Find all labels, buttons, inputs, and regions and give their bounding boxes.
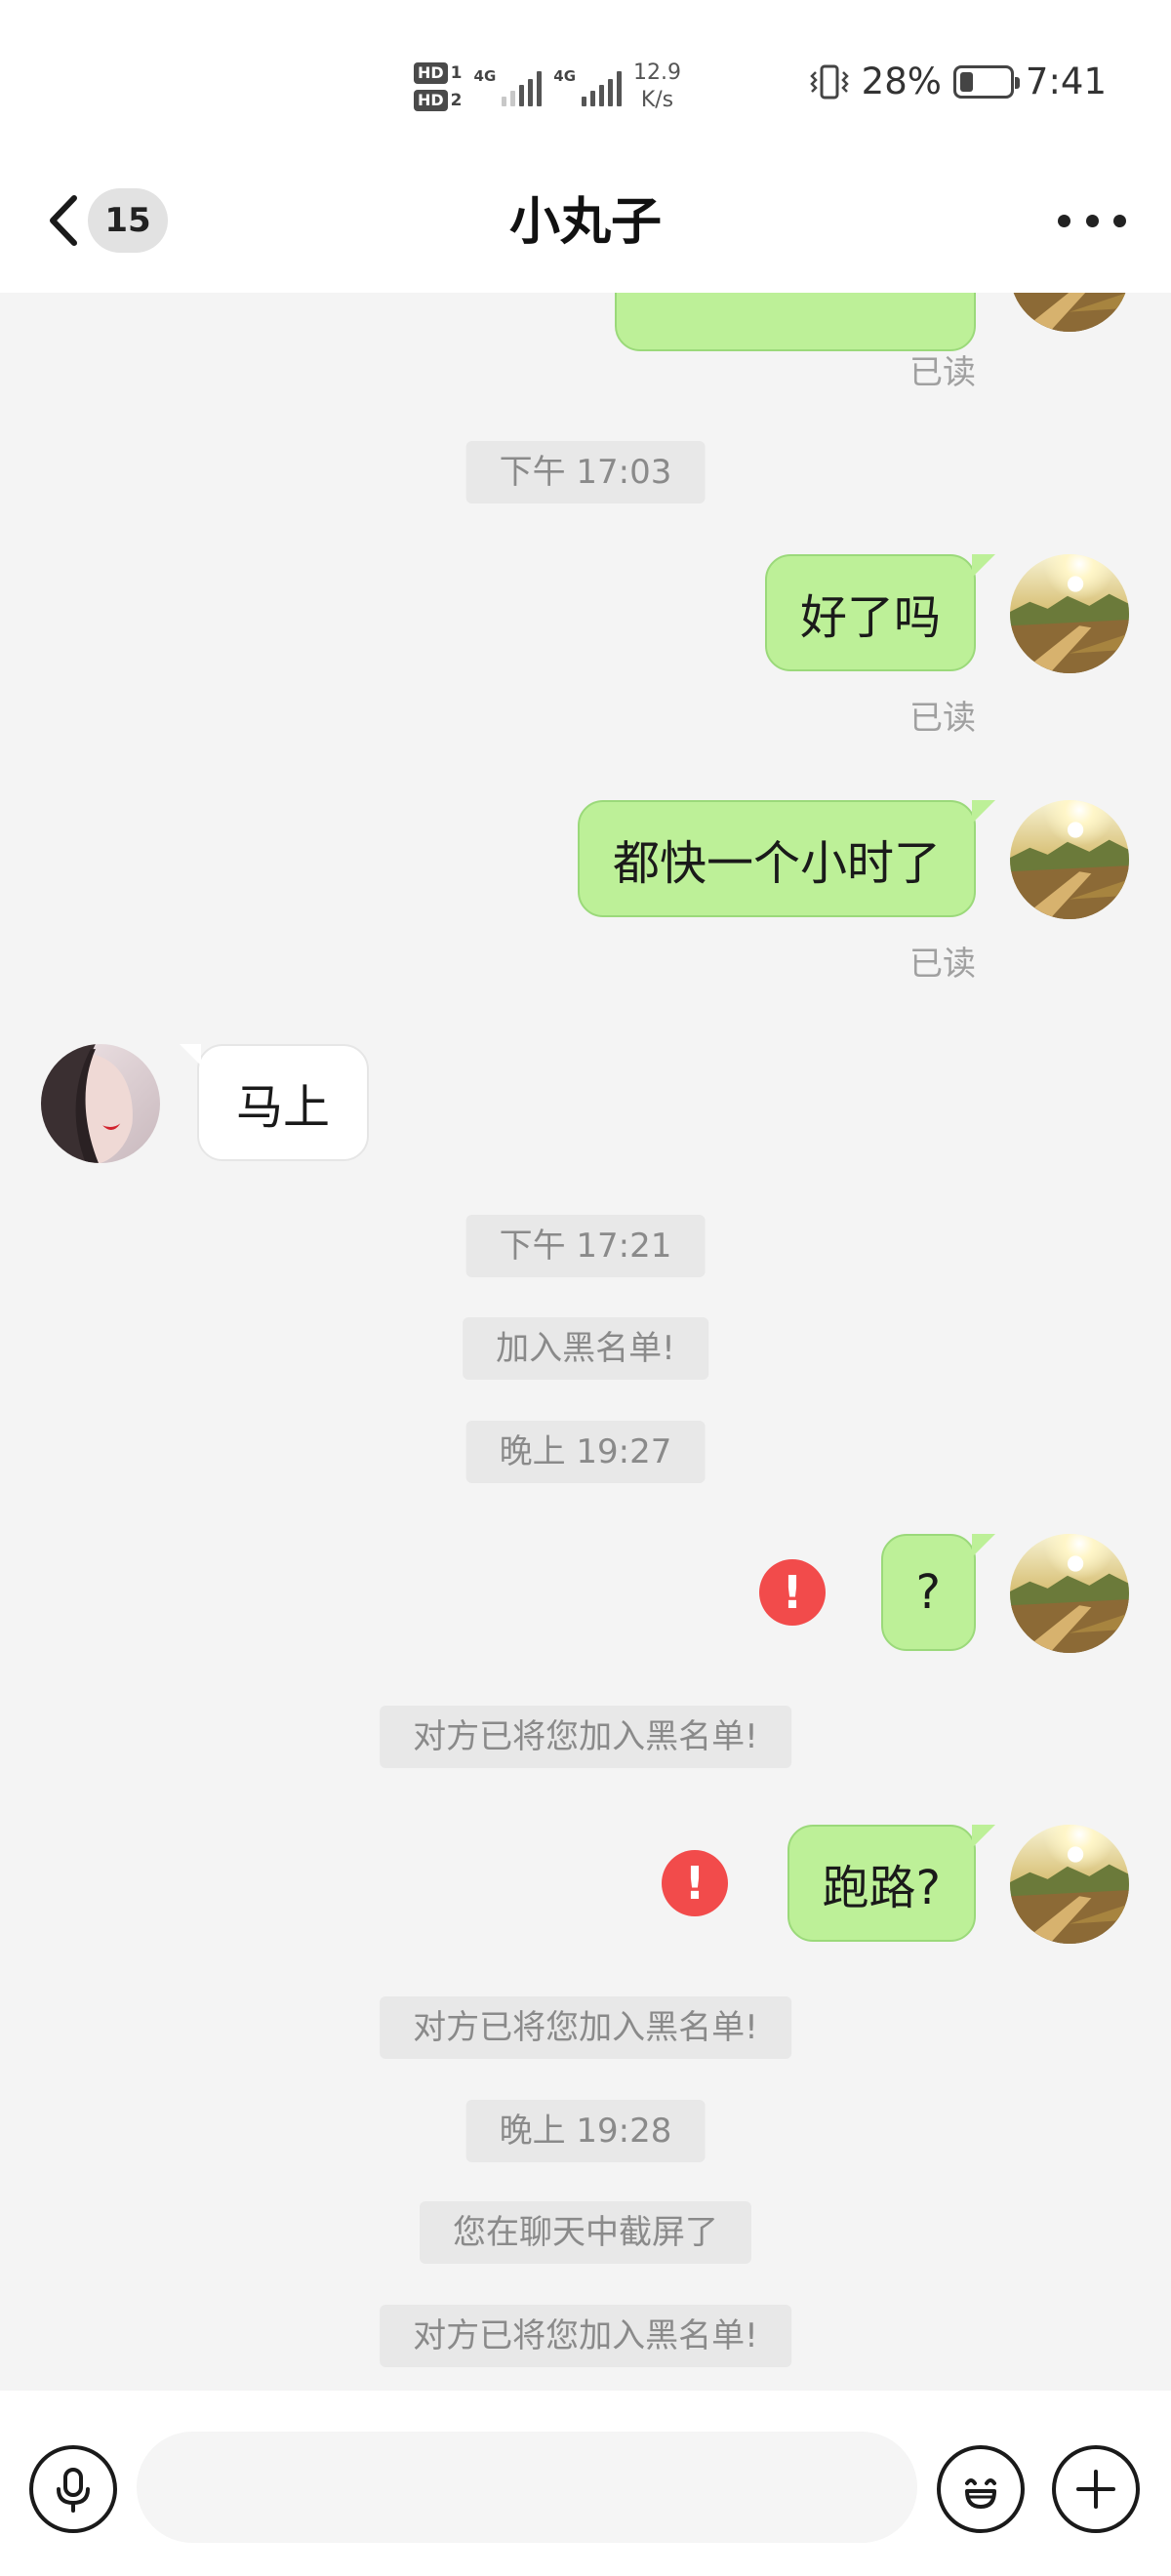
send-failed-icon[interactable]: ! xyxy=(662,1850,728,1916)
emoji-button[interactable] xyxy=(937,2445,1025,2533)
network-speed: 12.9 K/s xyxy=(633,60,681,112)
timestamp: 晚上 19:27 xyxy=(465,1421,706,1483)
my-avatar[interactable] xyxy=(1010,554,1129,673)
status-bar: HD 1 HD 2 4G 4G 12.9 K/s 28% 7:41 xyxy=(0,0,1171,156)
hd-indicators: HD 1 HD 2 xyxy=(414,62,463,111)
message-bubble-out[interactable] xyxy=(615,293,976,351)
system-notice: 对方已将您加入黑名单! xyxy=(380,1996,791,2059)
voice-button[interactable] xyxy=(29,2445,117,2533)
contact-avatar[interactable] xyxy=(41,1044,160,1163)
message-bubble-out[interactable]: 跑路? xyxy=(787,1825,996,1942)
message-bubble-in[interactable]: 马上 xyxy=(179,1044,370,1161)
my-avatar[interactable] xyxy=(1010,1825,1129,1944)
read-receipt: 已读 xyxy=(909,699,976,738)
read-receipt: 已读 xyxy=(909,945,976,984)
microphone-icon xyxy=(57,2468,90,2513)
message-bubble-out[interactable]: 好了吗 xyxy=(764,554,996,671)
vibrate-icon xyxy=(809,64,849,99)
plus-button[interactable] xyxy=(1052,2445,1140,2533)
system-notice: 对方已将您加入黑名单! xyxy=(380,1706,791,1768)
message-bubble-out[interactable]: 都快一个小时了 xyxy=(577,800,996,917)
read-receipt: 已读 xyxy=(909,353,976,392)
system-notice: 对方已将您加入黑名单! xyxy=(380,2305,791,2367)
more-button[interactable] xyxy=(1058,201,1126,240)
clock: 7:41 xyxy=(1025,60,1107,102)
emoji-icon xyxy=(965,2478,996,2509)
input-bar xyxy=(0,2391,1171,2576)
timestamp: 下午 17:03 xyxy=(465,441,706,503)
message-input[interactable] xyxy=(137,2432,917,2543)
system-notice: 您在聊天中截屏了 xyxy=(420,2201,751,2264)
hd1-indicator: HD 1 xyxy=(414,62,463,84)
battery-percent: 28% xyxy=(861,60,942,102)
network-indicators: HD 1 HD 2 4G 4G 12.9 K/s xyxy=(414,55,681,119)
timestamp: 晚上 19:28 xyxy=(465,2100,706,2162)
system-notice: 加入黑名单! xyxy=(463,1317,708,1380)
battery-fill xyxy=(959,71,974,92)
chat-messages[interactable]: 已读 下午 17:03 好了吗 已读 都快一个小时了 已读 马上 下午 17:2… xyxy=(0,293,1171,2391)
chat-title: 小丸子 xyxy=(508,193,662,252)
battery-icon xyxy=(952,64,1020,99)
my-avatar[interactable] xyxy=(1010,293,1129,332)
my-avatar[interactable] xyxy=(1010,800,1129,919)
signal-icon: 4G xyxy=(553,67,623,106)
send-failed-icon[interactable]: ! xyxy=(759,1559,826,1626)
more-icon xyxy=(1058,214,1070,227)
signal-icon: 4G xyxy=(474,67,543,106)
message-bubble-out[interactable]: ? xyxy=(880,1534,996,1651)
my-avatar[interactable] xyxy=(1010,1534,1129,1653)
timestamp: 下午 17:21 xyxy=(465,1215,706,1277)
hd2-indicator: HD 2 xyxy=(414,90,463,111)
status-right: 28% 7:41 xyxy=(809,60,1107,102)
chat-header: 15 小丸子 xyxy=(0,156,1171,293)
plus-icon xyxy=(1076,2470,1115,2509)
